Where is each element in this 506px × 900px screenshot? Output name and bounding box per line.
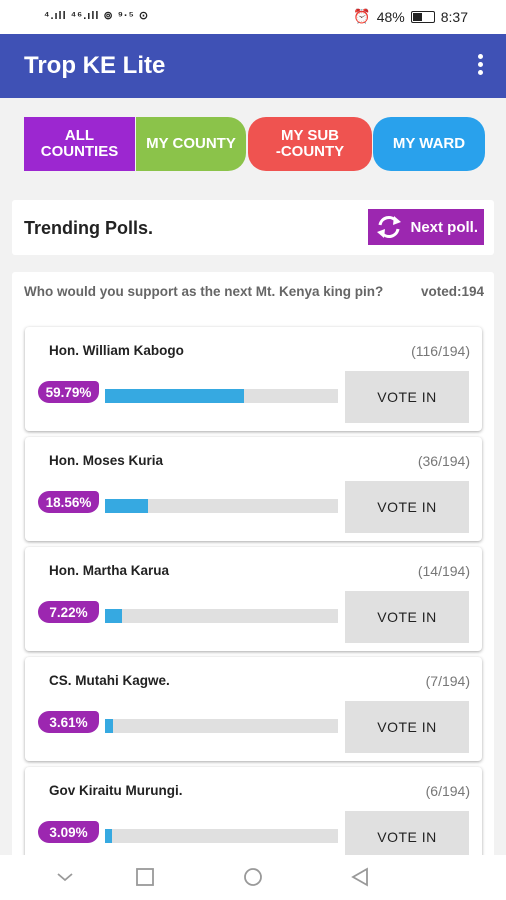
signal-indicators: ⁴.ıll ⁴⁶.ıll ⊚ ⁹·⁵ ⊙ — [44, 10, 150, 22]
home-icon[interactable] — [242, 867, 264, 887]
chevron-down-icon[interactable] — [55, 867, 75, 887]
progress-fill — [105, 609, 122, 623]
progress-fill — [105, 389, 244, 403]
percent-badge: 7.22% — [38, 601, 99, 623]
battery-icon — [410, 10, 435, 23]
refresh-icon — [377, 216, 401, 238]
poll-question: Who would you support as the next Mt. Ke… — [24, 284, 384, 299]
system-nav-bar — [0, 855, 506, 900]
my-ward-button[interactable]: MY WARD — [373, 117, 485, 171]
percent-badge: 18.56% — [38, 491, 99, 513]
vote-total: voted:194 — [420, 284, 484, 299]
candidate-name: CS. Mutahi Kagwe. — [49, 673, 170, 688]
candidate-vote-count: (14/194) — [417, 563, 470, 579]
filter-tabs: ALL COUNTIES MY COUNTY MY SUB -COUNTY MY… — [24, 117, 486, 171]
vote-in-button[interactable]: VOTE IN — [345, 591, 469, 643]
progress-fill — [105, 499, 148, 513]
back-icon[interactable] — [350, 867, 370, 887]
next-poll-button[interactable]: Next poll. — [368, 209, 484, 245]
poll-card: Who would you support as the next Mt. Ke… — [12, 272, 494, 862]
next-poll-label: Next poll. — [410, 218, 478, 236]
candidate-card: Gov Kiraitu Murungi. (6/194) 3.09% VOTE IN — [25, 767, 482, 862]
progress-bar — [105, 389, 338, 403]
candidate-name: Gov Kiraitu Murungi. — [49, 783, 183, 798]
candidate-card: CS. Mutahi Kagwe. (7/194) 3.61% VOTE IN — [25, 657, 482, 761]
candidate-name: Hon. Moses Kuria — [49, 453, 164, 468]
candidate-vote-count: (36/194) — [417, 453, 470, 469]
my-sub-county-button[interactable]: MY SUB -COUNTY — [248, 117, 372, 171]
alarm-icon: ⏰ — [353, 8, 371, 24]
progress-bar — [105, 719, 338, 733]
candidate-card: Hon. Martha Karua (14/194) 7.22% VOTE IN — [25, 547, 482, 651]
all-counties-button[interactable]: ALL COUNTIES — [24, 117, 135, 171]
percent-badge: 3.61% — [38, 711, 99, 733]
candidate-name: Hon. Martha Karua — [49, 563, 170, 578]
candidate-card: Hon. William Kabogo (116/194) 59.79% VOTE I… — [25, 327, 482, 431]
overflow-menu-icon[interactable] — [476, 54, 484, 78]
candidate-card: Hon. Moses Kuria (36/194) 18.56% VOTE IN — [25, 437, 482, 541]
percent-badge: 59.79% — [38, 381, 99, 403]
progress-bar — [105, 609, 338, 623]
clock: 8:37 — [440, 8, 468, 25]
candidate-name: Hon. William Kabogo — [49, 343, 184, 358]
progress-fill — [105, 719, 113, 733]
vote-in-button[interactable]: VOTE IN — [345, 481, 469, 533]
trending-header: Trending Polls. Next poll. — [12, 200, 494, 255]
vote-in-button[interactable]: VOTE IN — [345, 371, 469, 423]
app-title: Trop KE Lite — [24, 52, 166, 79]
status-bar: ⁴.ıll ⁴⁶.ıll ⊚ ⁹·⁵ ⊙ ⏰ 48% 8:37 — [0, 0, 506, 34]
progress-bar — [105, 829, 338, 843]
progress-fill — [105, 829, 112, 843]
candidate-vote-count: (116/194) — [411, 343, 470, 359]
status-right: ⏰ 48% 8:37 — [353, 8, 468, 25]
vote-in-button[interactable]: VOTE IN — [345, 701, 469, 753]
trending-title: Trending Polls. — [24, 218, 154, 238]
candidate-vote-count: (6/194) — [425, 783, 470, 799]
my-county-button[interactable]: MY COUNTY — [136, 117, 246, 171]
recent-apps-icon[interactable] — [135, 867, 155, 887]
percent-badge: 3.09% — [38, 821, 99, 843]
progress-bar — [105, 499, 338, 513]
candidate-vote-count: (7/194) — [425, 673, 470, 689]
battery-percent: 48% — [376, 8, 405, 25]
app-bar: Trop KE Lite — [0, 34, 506, 98]
